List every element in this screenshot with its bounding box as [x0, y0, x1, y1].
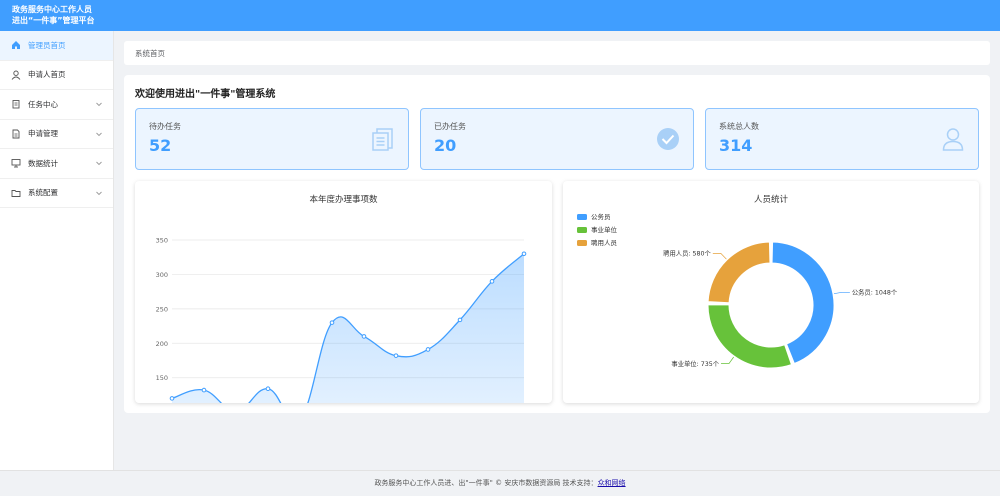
monitor-icon: [11, 158, 21, 168]
label-leader-line: [721, 356, 734, 364]
data-point: [521, 251, 527, 257]
data-point: [425, 347, 431, 352]
y-tick-label: 350: [156, 237, 168, 245]
sidebar-item-label: 申请人首页: [28, 70, 66, 80]
breadcrumb-item[interactable]: 系统首页: [135, 49, 165, 58]
sidebar-item-data-statistics[interactable]: 数据统计: [0, 149, 113, 179]
sidebar-item-system-config[interactable]: 系统配置: [0, 179, 113, 208]
data-point: [329, 320, 335, 325]
footer: 政务服务中心工作人员进、出"一件事" © 安庆市数据资源局 技术支持：众和网络: [0, 470, 1000, 496]
legend-swatch: [577, 227, 587, 233]
legend-swatch: [577, 240, 587, 246]
document-list-icon: [370, 126, 396, 152]
sidebar-item-task-center[interactable]: 任务中心: [0, 90, 113, 120]
donut-slice: [707, 304, 792, 369]
chevron-down-icon: [95, 159, 103, 167]
app-title-line2: 进出“一件事”管理平台: [12, 16, 95, 25]
page-title: 欢迎使用进出"一件事"管理系统: [135, 89, 276, 100]
footer-link[interactable]: 众和网络: [598, 479, 626, 487]
donut-chart: 公务员事业单位聘用人员公务员: 1048个事业单位: 735个 聘用人员: 580…: [577, 212, 898, 369]
slice-label: 公务员: 1048个: [852, 288, 898, 297]
chevron-down-icon: [95, 130, 103, 138]
sidebar-item-label: 申请管理: [28, 129, 58, 139]
y-tick-label: 250: [156, 305, 168, 313]
home-icon: [11, 40, 21, 50]
line-chart-card: 本年度办理事项数 0501001502002503003501月2月3月4月5月…: [135, 181, 552, 403]
label-leader-line: [833, 291, 850, 295]
chevron-down-icon: [95, 189, 103, 197]
person-icon: [940, 126, 966, 152]
stat-card-total-users[interactable]: 系统总人数 314: [705, 108, 979, 170]
main-panel: 欢迎使用进出"一件事"管理系统 待办任务 52 已办任务 20 系统总人数 31…: [124, 75, 990, 413]
sidebar-item-label: 数据统计: [28, 158, 58, 168]
data-point: [265, 386, 271, 392]
donut-slice: [707, 241, 771, 304]
top-header: 政务服务中心工作人员 进出“一件事”管理平台: [0, 0, 1000, 31]
sidebar-item-label: 任务中心: [28, 99, 58, 109]
legend-label: 公务员: [591, 212, 611, 221]
chevron-down-icon: [95, 100, 103, 108]
stat-card-done[interactable]: 已办任务 20: [420, 108, 694, 170]
slice-label: 聘用人员: 580个: [663, 249, 711, 258]
document-icon: [11, 129, 21, 139]
line-chart: 0501001502002503003501月2月3月4月5月6月7月8月9月1…: [156, 237, 527, 403]
footer-text: 政务服务中心工作人员进、出"一件事" © 安庆市数据资源局 技术支持：: [374, 479, 598, 487]
area-fill: [172, 253, 524, 403]
check-circle-icon: [655, 126, 681, 152]
y-tick-label: 200: [156, 340, 168, 348]
data-point: [169, 396, 175, 401]
label-leader-line: [712, 253, 727, 260]
legend-label: 聘用人员: [591, 238, 618, 247]
data-point: [393, 353, 399, 358]
sidebar-item-label: 系统配置: [28, 188, 58, 198]
y-tick-label: 150: [156, 374, 168, 382]
folder-icon: [11, 188, 21, 198]
sidebar-item-applicant-home[interactable]: 申请人首页: [0, 61, 113, 90]
donut-chart-card: 人员统计 公务员 事业单位 聘用人员 公务员: 1048个 事业单位: 735个 聘用人员…: [563, 181, 979, 403]
app-title-line1: 政务服务中心工作人员: [12, 5, 92, 14]
data-point: [489, 279, 495, 284]
sidebar-item-application-management[interactable]: 申请管理: [0, 120, 113, 149]
legend-label: 事业单位: [591, 225, 618, 234]
y-tick-label: 300: [156, 271, 168, 279]
breadcrumb: 系统首页: [124, 41, 990, 65]
user-icon: [11, 70, 21, 80]
data-point: [201, 387, 207, 393]
sidebar: 管理员首页 申请人首页 任务中心 申请管理 数据统计 系统配置: [0, 31, 114, 470]
legend-swatch: [577, 214, 587, 220]
data-point: [361, 334, 367, 339]
data-point: [457, 317, 463, 323]
sidebar-item-admin-home[interactable]: 管理员首页: [0, 31, 113, 61]
task-icon: [11, 99, 21, 109]
slice-label: 事业单位: 735个: [671, 359, 719, 368]
sidebar-item-label: 管理员首页: [28, 40, 66, 50]
stat-card-pending[interactable]: 待办任务 52: [135, 108, 409, 170]
